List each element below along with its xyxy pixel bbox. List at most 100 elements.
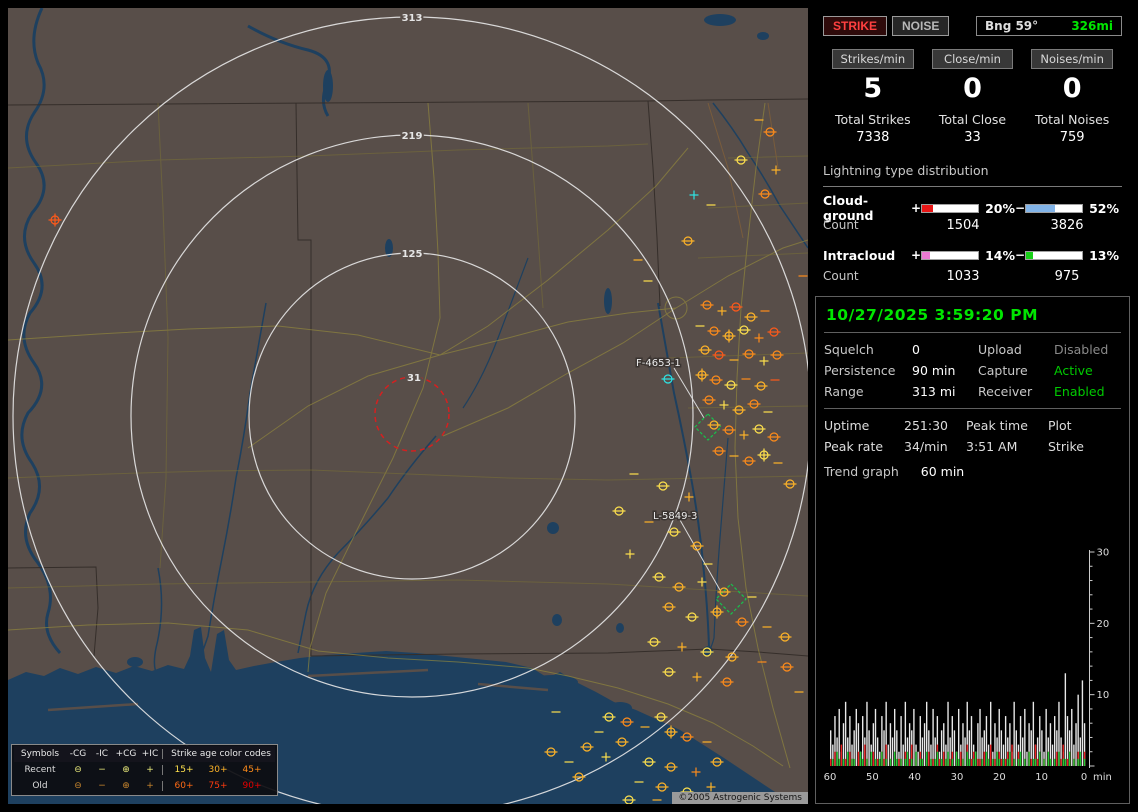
trend-bar-noise [1062,758,1064,766]
strike-cgm [744,312,758,322]
sidebar: STRIKE NOISE Bng 59° 326mi Strikes/min C… [815,8,1130,804]
svg-text:50: 50 [866,772,879,783]
strike-cgp [722,329,736,343]
strike-icp [759,356,769,366]
river-layer [20,8,808,677]
noise-mode-button[interactable]: NOISE [892,16,950,36]
strike-cgm [698,345,712,355]
trend-bar-noise [832,758,834,766]
total-strikes-label: Total Strikes [835,112,911,128]
trend-bar-noise [1058,751,1060,766]
legend-cell: + [146,781,154,791]
ic-neg-count: 975 [1054,268,1080,284]
trend-bar-strikes [917,751,919,766]
trend-bar-noise [985,751,988,766]
trend-bar-close [1066,758,1069,766]
squelch-label: Squelch [824,342,874,358]
strike-icp [692,672,702,682]
trend-bar-strikes [1015,730,1017,766]
strike-icp [754,333,764,343]
trend-bar-close [990,744,992,766]
trend-bar-close [1036,758,1039,766]
trend-bar-strikes [855,708,857,766]
trend-bar-noise [992,758,994,766]
legend-cell: − [98,781,106,791]
strike-cgm [707,420,721,430]
trend-bar-noise [940,758,943,766]
trend-bar-close [970,758,973,766]
trend-bar-noise [966,751,968,766]
svg-text:10: 10 [1035,772,1048,783]
trend-bar-close [876,758,879,766]
trend-bar-strikes [844,701,847,766]
trend-bar-close [883,758,885,766]
trend-bar-strikes [1071,708,1073,766]
distribution-title: Lightning type distribution [823,163,989,179]
stats-panel: STRIKE NOISE Bng 59° 326mi Strikes/min C… [815,8,1130,292]
strike-mode-button[interactable]: STRIKE [823,16,888,36]
trend-bar-noise [998,758,1000,766]
trend-bar-strikes [874,708,877,766]
trend-bar-close [840,744,843,766]
trend-bar-close [830,758,832,766]
trend-bar-noise [962,758,964,766]
squelch-value: 0 [912,342,920,358]
app-window: 313 219 125 31 F-4653-1 L-5849-3 Symbols… [0,0,1138,812]
strike-cgm [702,395,716,405]
peak-rate-label: Peak rate [824,439,884,455]
trend-bar-noise [981,758,983,766]
trend-bar-noise [1073,758,1075,766]
trend-bar-close [949,758,951,766]
map-panel[interactable]: 313 219 125 31 F-4653-1 L-5849-3 Symbols… [8,8,808,804]
capture-label: Capture [978,363,1028,379]
trend-bar-noise [975,751,977,766]
cg-pos-bar [921,203,979,213]
strike-cgm [778,632,792,642]
trend-bar-strikes [887,744,889,766]
minus-sign: − [1015,248,1026,263]
trend-bar-strikes [1013,701,1015,766]
trend-bar-close [938,758,941,766]
total-close-label: Total Close [938,112,1007,128]
total-strikes-value: 7338 [856,130,890,146]
trend-bar-noise [874,758,877,766]
strike-cgm [770,350,784,360]
session-stats: Uptime 251:30 Peak time Plot Peak rate 3… [824,418,1121,454]
trend-bar-noise [885,758,887,766]
svg-text:40: 40 [908,772,921,783]
trend-bar-strikes [1024,708,1026,766]
trend-bar-strikes [953,730,956,766]
legend-cell: 60+ [174,781,194,791]
strike-cgm [758,189,772,199]
ic-neg-pct: 13% [1089,247,1119,263]
upload-value: Disabled [1054,342,1109,358]
strike-cgp [48,213,62,227]
strike-cgm [752,424,766,434]
strike-icp [717,306,727,316]
trend-bar-strikes [1066,716,1069,766]
strike-cgp [757,448,771,462]
trend-bar-noise [1079,751,1081,766]
trend-bar-noise [870,751,872,766]
trend-bar-noise [1007,758,1009,766]
cloud-ground-counts: Count 1504 3826 [823,215,1122,235]
trend-bar-noise [947,751,949,766]
trend-bar-noise [1009,751,1011,766]
storm-cell-1: F-4653-1 [635,357,722,441]
legend-cell: ⊖ [74,765,82,775]
peak-time-label: Peak time [966,418,1028,434]
trend-bar-noise [859,751,862,766]
trend-bar-noise [1002,758,1005,766]
datetime-display: 10/27/2025 3:59:20 PM [824,305,1121,334]
range-value: 313 mi [912,384,956,400]
strike-cgm [754,381,768,391]
trend-bar-close [1056,751,1058,766]
legend-cell: ⊖ [74,781,82,791]
count-label: Count [823,218,859,233]
trend-bar-strikes [1064,673,1067,766]
trend-bar-close [977,758,979,766]
noises-per-min-label: Noises/min [1031,49,1113,69]
strike-cgm [656,481,670,491]
trend-bar-close [908,758,911,766]
trend-graph-window: 60 min [920,464,965,480]
